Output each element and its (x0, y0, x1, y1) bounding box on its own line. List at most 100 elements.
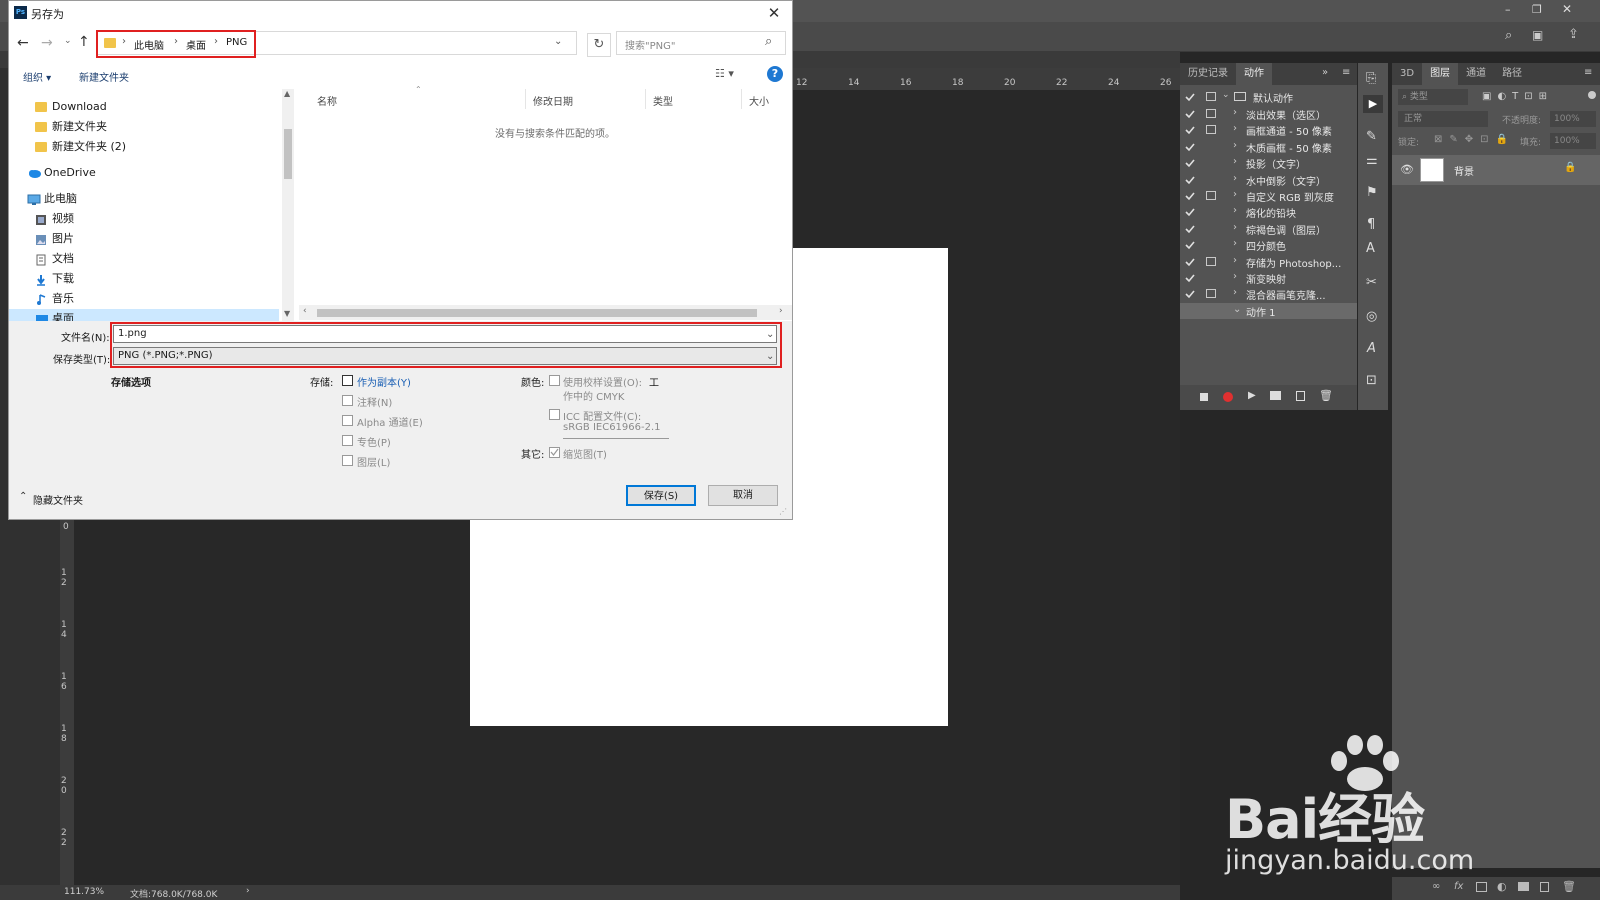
check-icon[interactable] (1184, 272, 1196, 284)
refresh-icon[interactable]: ↻ (587, 33, 611, 57)
expand-icon[interactable]: › (1233, 287, 1237, 298)
expand-icon[interactable]: › (1233, 255, 1237, 266)
action-row[interactable]: › 木质画框 - 50 像素 (1180, 139, 1357, 155)
new-folder-button[interactable]: 新建文件夹 (79, 69, 129, 84)
clone-icon[interactable]: ⚑ (1366, 185, 1378, 200)
adjust-icon[interactable]: ⚌ (1366, 153, 1378, 168)
opacity-input[interactable]: 100% (1550, 111, 1596, 127)
address-bar[interactable]: › 此电脑 › 桌面 › PNG ⌄ (96, 30, 577, 58)
panel-menu-icon[interactable]: ≡ (1584, 67, 1592, 78)
panel-menu-icon[interactable]: ≡ (1342, 67, 1350, 78)
column-date[interactable]: 修改日期 (533, 93, 573, 108)
expand-icon[interactable]: › (1233, 107, 1237, 118)
as-copy-checkbox[interactable] (342, 375, 353, 386)
notes-icon[interactable]: ⊡ (1366, 373, 1377, 388)
tab-history[interactable]: 历史记录 (1180, 63, 1236, 85)
scroll-thumb[interactable] (317, 309, 757, 317)
action-row[interactable]: ⌄ 动作 1 (1180, 302, 1357, 319)
lock-icons[interactable]: ⊠✎✥⊡🔒 (1434, 134, 1515, 145)
nav-item-3[interactable]: OneDrive (9, 163, 279, 183)
expand-icon[interactable]: › (1233, 238, 1237, 249)
layer-filter-select[interactable]: ⌕ 类型 (1398, 89, 1468, 105)
expand-icon[interactable]: › (1233, 189, 1237, 200)
file-hscrollbar[interactable]: ‹ › (299, 305, 792, 320)
cancel-button[interactable]: 取消 (708, 485, 778, 506)
nav-item-4[interactable]: 此电脑 (9, 189, 279, 209)
restore-icon[interactable]: ❐ (1532, 3, 1542, 16)
expand-icon[interactable]: › (1233, 156, 1237, 167)
fill-input[interactable]: 100% (1550, 133, 1596, 149)
expand-icon[interactable]: › (1233, 205, 1237, 216)
layer-row[interactable]: 👁 背景 🔒 (1392, 155, 1600, 185)
dialog-toggle-icon[interactable] (1206, 109, 1216, 118)
search-icon[interactable]: ⌕ (765, 34, 772, 49)
zoom-level[interactable]: 111.73% (64, 887, 104, 897)
filter-toggle-icon[interactable] (1588, 91, 1596, 99)
chevron-down-icon[interactable]: ⌄ (554, 36, 562, 47)
as-copy-label[interactable]: 作为副本(Y) (357, 374, 411, 389)
check-icon[interactable] (1184, 91, 1196, 103)
save-button[interactable]: 保存(S) (626, 485, 696, 506)
stop-icon[interactable] (1200, 393, 1208, 401)
nav-item-5[interactable]: 视频 (9, 209, 279, 229)
dialog-toggle-icon[interactable] (1206, 125, 1216, 135)
trash-icon[interactable]: 🗑 (1319, 389, 1333, 402)
dialog-toggle-icon[interactable] (1206, 289, 1216, 299)
dialog-toggle-icon[interactable] (1206, 191, 1216, 200)
hide-folders-button[interactable]: 隐藏文件夹 (33, 492, 83, 507)
nav-item-8[interactable]: 下载 (9, 269, 279, 289)
type-icon[interactable]: A (1367, 341, 1376, 356)
minimize-icon[interactable]: – (1505, 3, 1511, 16)
history-icon[interactable]: ⎘ (1366, 71, 1376, 86)
glyphs-icon[interactable]: ◎ (1366, 309, 1377, 324)
expand-icon[interactable]: › (1233, 271, 1237, 282)
recent-dropdown-icon[interactable]: ⌄ (64, 36, 72, 46)
check-icon[interactable] (1184, 174, 1196, 186)
tab-layers[interactable]: 图层 (1422, 63, 1459, 85)
status-arrow[interactable]: › (246, 886, 250, 896)
close-icon[interactable]: ✕ (761, 3, 787, 23)
close-app-icon[interactable]: ✕ (1562, 2, 1572, 16)
check-icon[interactable] (1184, 190, 1196, 202)
layer-name[interactable]: 背景 (1454, 163, 1474, 178)
expand-icon[interactable]: › (1233, 140, 1237, 151)
brush-icon[interactable]: ✎ (1366, 129, 1377, 144)
paragraph-icon[interactable]: ¶ (1367, 217, 1375, 232)
chevron-up-icon[interactable]: ⌃ (19, 491, 27, 502)
adjustment-icon[interactable]: ◐ (1497, 880, 1507, 893)
check-icon[interactable] (1184, 141, 1196, 153)
nav-item-2[interactable]: 新建文件夹 (2) (9, 137, 279, 157)
eye-icon[interactable]: 👁 (1400, 163, 1414, 176)
dialog-toggle-icon[interactable] (1206, 256, 1216, 266)
action-row[interactable]: › 熔化的铅块 (1180, 204, 1357, 220)
view-options-icon[interactable]: ☷ ▾ (715, 67, 734, 80)
workspace-icon[interactable]: ▣ (1532, 28, 1543, 42)
tool-presets-icon[interactable]: ✂ (1366, 275, 1377, 290)
record-icon[interactable] (1223, 392, 1233, 402)
tab-actions[interactable]: 动作 (1236, 63, 1272, 85)
forward-icon[interactable]: → (41, 35, 53, 51)
new-set-icon[interactable] (1270, 391, 1281, 400)
check-icon[interactable] (1184, 206, 1196, 218)
scroll-up-icon[interactable]: ▲ (284, 89, 290, 98)
check-icon[interactable] (1184, 223, 1196, 235)
column-size[interactable]: 大小 (749, 93, 769, 108)
check-icon[interactable] (1184, 108, 1196, 120)
column-name[interactable]: 名称 (317, 93, 337, 108)
blend-mode-select[interactable]: 正常 (1398, 111, 1488, 127)
new-layer-icon[interactable] (1540, 882, 1549, 892)
action-row[interactable]: › 自定义 RGB 到灰度 (1180, 188, 1357, 204)
action-row[interactable]: › 混合器画笔克隆... (1180, 286, 1357, 302)
expand-icon[interactable]: › (1233, 123, 1237, 134)
scroll-down-icon[interactable]: ▼ (284, 309, 290, 318)
nav-item-9[interactable]: 音乐 (9, 289, 279, 309)
expand-icon[interactable]: › (1233, 173, 1237, 184)
new-action-icon[interactable] (1296, 391, 1305, 401)
action-row[interactable]: › 淡出效果（选区） (1180, 106, 1357, 122)
dialog-toggle-icon[interactable] (1206, 92, 1216, 101)
resize-grip-icon[interactable]: ⋰ (779, 507, 787, 516)
action-row[interactable]: › 棕褐色调（图层） (1180, 221, 1357, 237)
action-row[interactable]: › 四分颜色 (1180, 237, 1357, 253)
action-row[interactable]: › 画框通道 - 50 像素 (1180, 122, 1357, 138)
play-icon[interactable]: ▶ (1248, 390, 1256, 401)
